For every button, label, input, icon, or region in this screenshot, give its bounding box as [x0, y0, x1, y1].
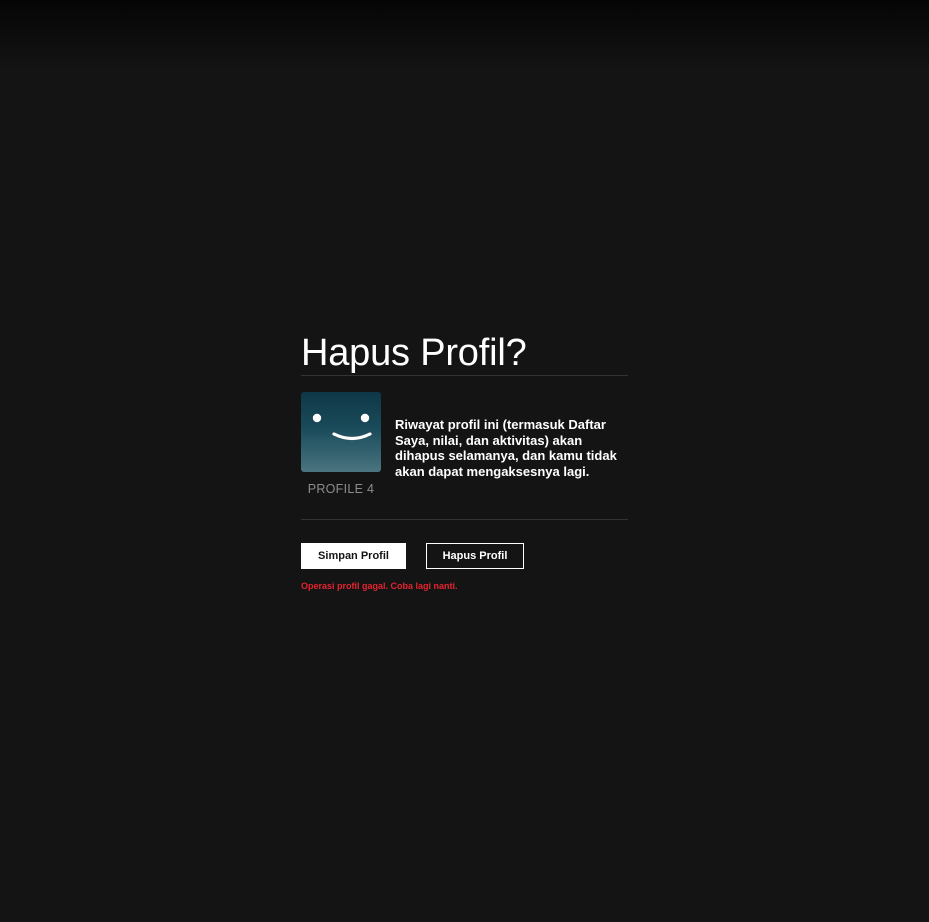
error-message: Operasi profil gagal. Coba lagi nanti.	[301, 581, 458, 591]
dialog-content: PROFILE 4 Riwayat profil ini (termasuk D…	[301, 376, 628, 519]
profile-card: PROFILE 4	[301, 392, 381, 496]
delete-profile-button[interactable]: Hapus Profil	[426, 543, 524, 569]
profile-name: PROFILE 4	[307, 482, 375, 496]
delete-warning-message: Riwayat profil ini (termasuk Daftar Saya…	[395, 417, 617, 479]
dialog-actions: Simpan Profil Hapus Profil	[301, 543, 628, 569]
content-divider	[301, 519, 628, 520]
page-title: Hapus Profil?	[301, 332, 527, 374]
save-profile-button[interactable]: Simpan Profil	[301, 543, 406, 569]
top-gradient	[0, 0, 929, 70]
delete-profile-dialog: Hapus Profil? PROFILE 4 Riwayat profil i…	[301, 330, 628, 592]
avatar	[301, 392, 381, 472]
smiley-face-icon	[312, 413, 372, 441]
